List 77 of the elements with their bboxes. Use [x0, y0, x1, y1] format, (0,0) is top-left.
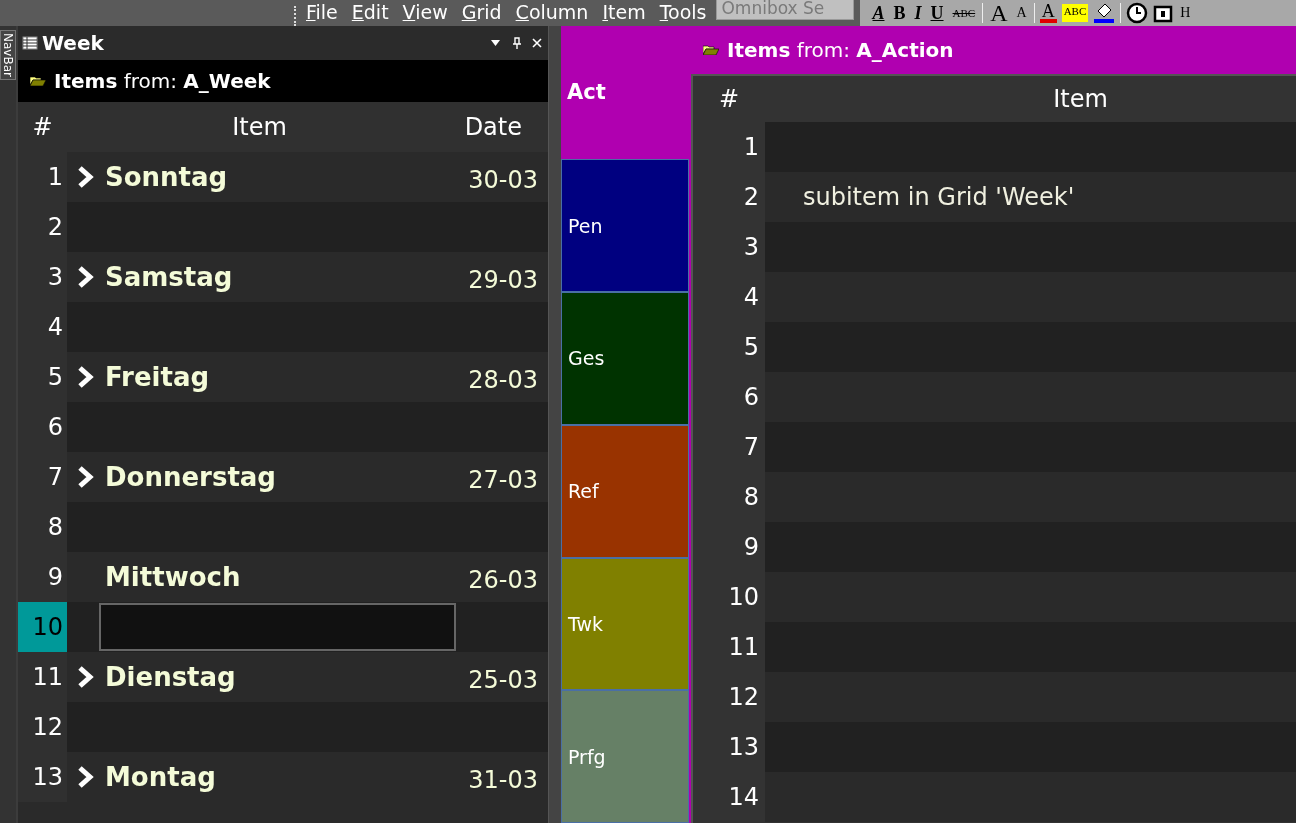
item-cell: subitem in Grid 'Week'	[803, 183, 1075, 211]
day-cell-text: Sonntag	[105, 162, 229, 192]
chevron-icon[interactable]	[77, 266, 95, 288]
highlight-color-button[interactable]: ABC	[1061, 4, 1089, 22]
dropdown-icon[interactable]	[491, 40, 500, 46]
bold-button[interactable]: B	[891, 3, 908, 23]
row-number[interactable]: 9	[18, 552, 67, 602]
row-number[interactable]: 3	[18, 252, 67, 302]
date-cell-text: 28-03	[467, 365, 539, 394]
row-number[interactable]: 6	[18, 402, 67, 452]
date-cell-text: 27-03	[467, 465, 539, 494]
lock-icon[interactable]	[1153, 3, 1174, 23]
source-label: Items from: A_Action	[727, 38, 954, 62]
date-cell-text: 26-03	[467, 565, 539, 594]
column-header[interactable]: Item	[765, 85, 1296, 113]
cell-editor[interactable]	[99, 603, 456, 651]
clock-icon[interactable]	[1126, 2, 1149, 24]
row-number[interactable]: 5	[18, 352, 67, 402]
row-number[interactable]: 7	[18, 452, 67, 502]
table-row[interactable]	[67, 602, 548, 652]
category-tab[interactable]: Twk	[561, 557, 689, 691]
row-number[interactable]: 11	[18, 652, 67, 702]
column-header[interactable]: #	[693, 85, 765, 113]
row-number[interactable]: 10	[18, 602, 67, 652]
menu-item[interactable]: Grid	[461, 2, 502, 22]
folder-icon	[30, 76, 46, 86]
menu-item[interactable]: View	[402, 2, 448, 22]
strikethrough-button[interactable]: ABC	[950, 3, 978, 23]
column-header[interactable]: Item	[67, 113, 422, 141]
underline-button[interactable]: U	[928, 3, 946, 23]
row-number[interactable]: 2	[18, 202, 67, 252]
menu-item[interactable]: Tools	[659, 2, 707, 22]
row-number[interactable]: 12	[18, 702, 67, 752]
pane-title: Week	[42, 31, 105, 55]
row-number[interactable]: 8	[18, 502, 67, 552]
close-icon[interactable]	[532, 38, 542, 48]
chevron-icon[interactable]	[77, 666, 95, 688]
italic-button[interactable]: I	[912, 3, 924, 23]
row-number[interactable]: 13	[18, 752, 67, 802]
menu-item[interactable]: Item	[602, 2, 646, 22]
chevron-icon[interactable]	[77, 466, 95, 488]
grow-font-button[interactable]: A	[988, 3, 1010, 23]
date-cell-text: 30-03	[467, 165, 539, 194]
source-label: Items from: A_Week	[54, 69, 271, 93]
row-number[interactable]: 4	[18, 302, 67, 352]
column-header[interactable]: Date	[422, 113, 548, 141]
day-cell-text: Mittwoch	[105, 562, 242, 592]
menu-item[interactable]: Column	[515, 2, 589, 22]
chevron-icon[interactable]	[77, 166, 95, 188]
day-cell-text: Freitag	[105, 362, 211, 392]
pin-icon[interactable]	[512, 37, 522, 49]
shrink-font-button[interactable]: A	[1014, 3, 1029, 23]
day-cell-text: Dienstag	[105, 662, 237, 692]
grid-icon	[22, 36, 38, 50]
menu-item[interactable]: File	[306, 2, 338, 22]
table-row[interactable]: subitem in Grid 'Week'	[765, 172, 1296, 222]
chevron-icon[interactable]	[77, 366, 95, 388]
column-header[interactable]: #	[18, 113, 67, 141]
category-tab[interactable]: Ges	[561, 292, 689, 425]
navbar-tab[interactable]: NavBar	[0, 30, 16, 80]
shrink-font-button[interactable]: H	[1178, 3, 1193, 23]
date-cell-text: 29-03	[467, 265, 539, 294]
day-cell-text: Montag	[105, 762, 217, 792]
category-tab[interactable]: Prfg	[561, 690, 689, 823]
category-tab[interactable]: Pen	[561, 159, 689, 292]
fill-color-icon[interactable]	[1093, 2, 1116, 24]
omnibox-field[interactable]: Omnibox Se	[716, 0, 855, 20]
menu-item[interactable]: Edit	[351, 2, 389, 22]
date-cell-text: 31-03	[467, 765, 539, 794]
chevron-icon[interactable]	[77, 766, 95, 788]
row-number[interactable]: 1	[18, 152, 67, 202]
category-tab[interactable]: Ref	[561, 424, 689, 558]
date-cell-text: 25-03	[467, 665, 539, 694]
folder-icon	[703, 45, 719, 55]
day-cell-text: Samstag	[105, 262, 234, 292]
day-cell-text: Donnerstag	[105, 462, 277, 492]
style-button[interactable]: A	[870, 3, 887, 23]
